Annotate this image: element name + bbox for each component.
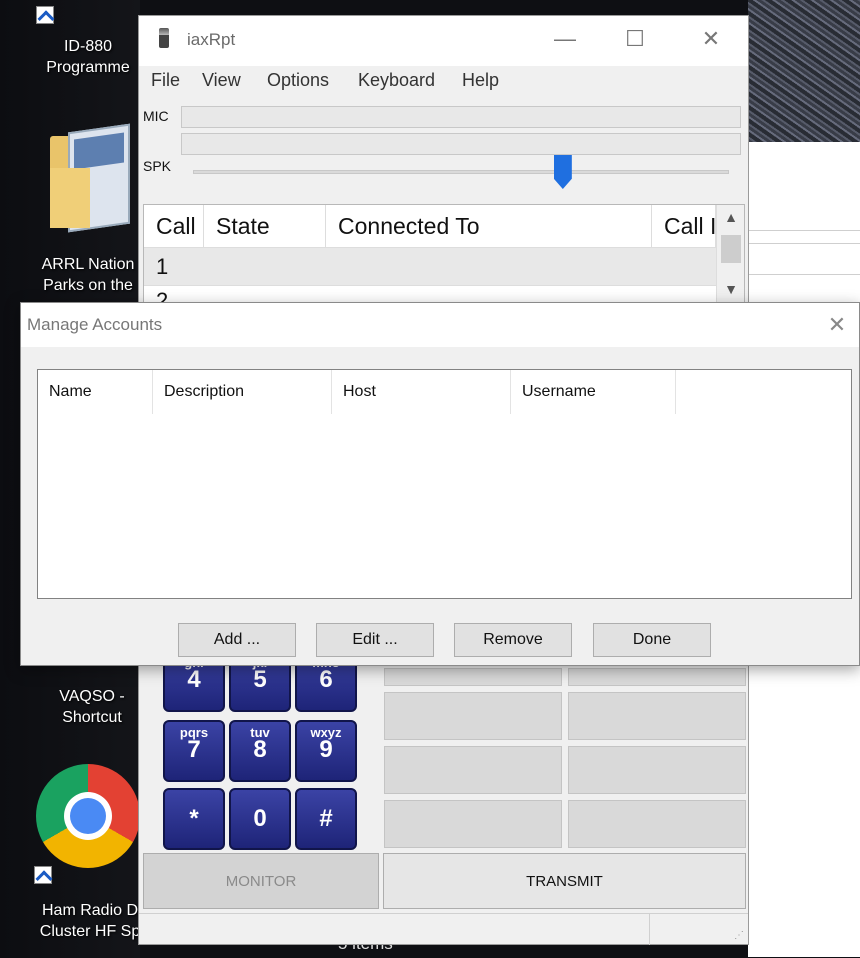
accounts-list[interactable]: Name Description Host Username (37, 369, 852, 599)
key-8[interactable]: tuv 8 (229, 720, 291, 782)
grid-cell[interactable] (384, 746, 562, 794)
scroll-down-icon[interactable]: ▼ (717, 281, 744, 301)
mic-meter-secondary (181, 133, 741, 155)
title-bar[interactable]: iaxRpt — ☐ ✕ (139, 16, 748, 66)
key-hash[interactable]: # (295, 788, 357, 850)
spk-volume-slider[interactable] (553, 155, 572, 189)
grid-cell[interactable] (568, 800, 746, 848)
grid-cell[interactable] (568, 692, 746, 740)
grid-cell[interactable] (568, 746, 746, 794)
grid-cell[interactable] (384, 668, 562, 686)
manage-accounts-dialog: Manage Accounts ✕ Name Description Host … (20, 302, 860, 666)
chrome-icon[interactable] (36, 764, 140, 868)
column-call[interactable]: Call (144, 205, 204, 247)
key-digit: 5 (253, 666, 267, 693)
grid-cell[interactable] (384, 800, 562, 848)
menu-options[interactable]: Options (267, 70, 329, 91)
column-username[interactable]: Username (511, 370, 676, 414)
desktop-icon-arrl[interactable]: ARRL Nation Parks on the (18, 254, 158, 296)
spk-label: SPK (143, 158, 172, 174)
key-digit: # (319, 805, 333, 832)
dialog-close-button[interactable]: ✕ (821, 311, 853, 339)
monitor-button[interactable]: MONITOR (143, 853, 379, 909)
desktop-icon-label: Parks on the (43, 277, 133, 294)
key-digit: * (189, 805, 199, 832)
key-digit: 6 (319, 666, 333, 693)
column-host[interactable]: Host (332, 370, 511, 414)
desktop-icon-label: ARRL Nation (41, 256, 135, 273)
menu-file[interactable]: File (151, 70, 180, 91)
close-button[interactable]: ✕ (693, 24, 729, 54)
mic-meter (181, 106, 741, 128)
desktop-icon-id880[interactable]: ID-880 Programme (18, 36, 158, 78)
mic-label: MIC (143, 108, 169, 124)
table-row[interactable]: 1 (144, 247, 716, 285)
key-star[interactable]: * (163, 788, 225, 850)
dialog-title-bar[interactable]: Manage Accounts ✕ (21, 303, 859, 347)
status-bar: ⋰ (139, 913, 748, 945)
app-icon (159, 28, 169, 48)
transmit-button[interactable]: TRANSMIT (383, 853, 746, 909)
menu-keyboard[interactable]: Keyboard (358, 70, 435, 91)
edit-button[interactable]: Edit ... (316, 623, 434, 657)
scroll-thumb[interactable] (721, 235, 741, 263)
calls-scrollbar[interactable]: ▲ ▼ (716, 205, 744, 303)
key-7[interactable]: pqrs 7 (163, 720, 225, 782)
column-state[interactable]: State (204, 205, 326, 247)
column-call-info[interactable]: Call I (652, 205, 716, 247)
window-title: iaxRpt (187, 30, 236, 49)
column-description[interactable]: Description (153, 370, 332, 414)
column-name[interactable]: Name (38, 370, 153, 414)
grid-cell[interactable] (384, 692, 562, 740)
key-digit: 7 (187, 736, 201, 763)
remove-button[interactable]: Remove (454, 623, 572, 657)
shortcut-arrow-icon (34, 866, 52, 884)
menu-bar: File View Options Keyboard Help (139, 68, 748, 96)
calls-table: Call State Connected To Call I 1 2 ▲ ▼ (143, 204, 745, 304)
desktop-icon-label: ID-880 (63, 38, 113, 55)
menu-help[interactable]: Help (462, 70, 499, 91)
key-0[interactable]: 0 (229, 788, 291, 850)
key-digit: 4 (187, 666, 201, 693)
folder-icon[interactable] (50, 123, 130, 238)
add-button[interactable]: Add ... (178, 623, 296, 657)
minimize-button[interactable]: — (547, 24, 583, 54)
maximize-button[interactable]: ☐ (617, 24, 653, 54)
key-digit: 8 (253, 736, 267, 763)
call-number: 1 (156, 254, 169, 279)
scroll-up-icon[interactable]: ▲ (717, 209, 744, 229)
done-button[interactable]: Done (593, 623, 711, 657)
shortcut-arrow-icon (36, 6, 54, 24)
key-digit: 9 (319, 736, 333, 763)
resize-grip-icon[interactable]: ⋰ (734, 930, 744, 941)
accounts-list-header: Name Description Host Username (38, 370, 851, 414)
column-connected-to[interactable]: Connected To (326, 205, 652, 247)
key-9[interactable]: wxyz 9 (295, 720, 357, 782)
desktop-icon-label: Programme (46, 59, 130, 76)
dialog-title: Manage Accounts (27, 315, 163, 334)
desktop-wallpaper-rock (748, 0, 860, 142)
spk-volume-track[interactable] (193, 170, 729, 174)
menu-view[interactable]: View (202, 70, 241, 91)
calls-table-header: Call State Connected To Call I (144, 205, 716, 247)
grid-cell[interactable] (568, 668, 746, 686)
key-digit: 0 (253, 805, 267, 832)
